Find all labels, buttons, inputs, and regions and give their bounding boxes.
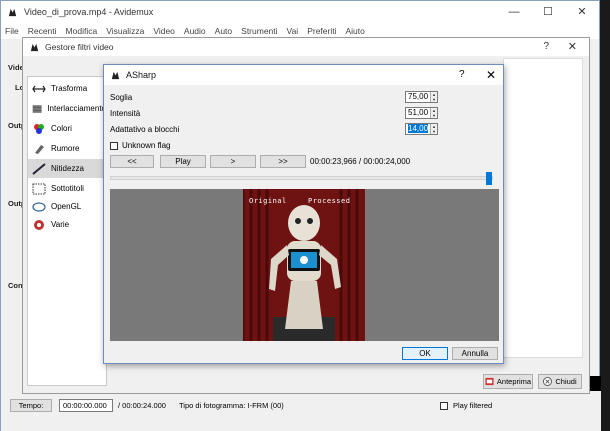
opengl-icon — [32, 201, 46, 212]
category-interlace[interactable]: Interlacciamento — [28, 99, 106, 118]
rewind-button[interactable]: << — [110, 155, 154, 168]
help-icon[interactable]: ? — [543, 41, 549, 52]
noise-icon — [35, 144, 44, 154]
time-display: 00:00:23,966 / 00:00:24,000 — [310, 157, 411, 166]
filter-manager-titlebar: Gestore filtri video — [23, 38, 589, 56]
category-sharpness[interactable]: Nitidezza — [28, 159, 106, 178]
category-transform[interactable]: Trasforma — [28, 79, 106, 98]
interlace-icon — [32, 104, 42, 113]
main-window-title: Video_di_prova.mp4 - Avidemux — [24, 7, 154, 17]
filter-category-list: Trasforma Interlacciamento Colori Rumore… — [27, 76, 107, 386]
close-button-label: Chiudi — [555, 377, 577, 386]
cancel-button[interactable]: Annulla — [452, 347, 498, 360]
spin-arrows-icon[interactable]: ▲ ▼ — [430, 92, 437, 102]
menu-auto[interactable]: Auto — [215, 26, 233, 36]
threshold-label: Soglia — [110, 93, 133, 102]
spin-arrows-icon[interactable]: ▲ ▼ — [430, 108, 437, 118]
checkbox-icon[interactable] — [110, 141, 118, 150]
category-label: Varie — [51, 220, 70, 229]
colors-icon — [34, 123, 44, 134]
threshold-value: 75,00 — [408, 92, 429, 101]
sharpness-icon — [32, 162, 46, 175]
container-label: Con — [8, 281, 23, 290]
close-icon[interactable]: ✕ — [565, 1, 599, 23]
intensity-spinbox[interactable]: 51,00 ▲ ▼ — [405, 107, 438, 119]
category-label: OpenGL — [51, 202, 82, 211]
category-subtitles[interactable]: Sottotitoli — [28, 179, 106, 198]
menu-audio[interactable]: Audio — [184, 26, 206, 36]
status-bar: Tempo: 00:00:00.000 / 00:00:24.000 Tipo … — [1, 391, 601, 431]
play-button[interactable]: Play — [160, 155, 206, 168]
ok-button[interactable]: OK — [402, 347, 448, 360]
active-filters-panel — [503, 58, 583, 358]
category-label: Sottotitoli — [51, 184, 84, 193]
processed-label: Processed — [308, 197, 351, 205]
avidemux-logo-icon — [111, 71, 120, 79]
misc-icon — [34, 219, 44, 230]
spin-arrows-icon[interactable]: ▲ ▼ — [430, 124, 437, 134]
intensity-value: 51,00 — [408, 108, 429, 117]
close-button[interactable]: Chiudi — [538, 374, 582, 389]
duration-label: / 00:00:24.000 — [118, 401, 166, 410]
avidemux-logo-icon — [8, 8, 17, 16]
minimize-icon[interactable]: — — [497, 1, 531, 23]
current-time-field[interactable]: 00:00:00.000 — [59, 399, 113, 412]
maximize-icon[interactable]: ☐ — [531, 1, 565, 23]
fast-forward-button[interactable]: >> — [260, 155, 306, 168]
tempo-button[interactable]: Tempo: — [10, 399, 52, 412]
main-left-panel: Vide Lo Outp Outp Con — [1, 41, 26, 381]
menu-favorites[interactable]: Preferiti — [307, 26, 336, 36]
original-label: Original — [249, 197, 287, 205]
category-label: Nitidezza — [51, 164, 84, 173]
play-filtered-checkbox[interactable]: Play filtered — [440, 401, 492, 410]
block-adaptive-label: Adattativo a blocchi — [110, 125, 180, 134]
unknown-flag-label: Unknown flag — [122, 141, 171, 150]
preview-icon — [485, 377, 494, 386]
filter-manager-title: Gestore filtri video — [45, 42, 114, 52]
block-adaptive-spinbox[interactable]: 14,00 ▲ ▼ — [405, 123, 438, 135]
menu-help[interactable]: Aiuto — [345, 26, 364, 36]
main-window-controls: — ☐ ✕ — [497, 1, 599, 23]
next-frame-button[interactable]: > — [210, 155, 256, 168]
menu-recent[interactable]: Recenti — [28, 26, 57, 36]
menu-go[interactable]: Vai — [287, 26, 299, 36]
avidemux-logo-icon — [30, 43, 39, 51]
block-adaptive-value: 14,00 — [408, 124, 429, 133]
close-icon[interactable]: ✕ — [568, 40, 577, 53]
menu-tools[interactable]: Strumenti — [241, 26, 277, 36]
category-label: Colori — [51, 124, 72, 133]
close-icon[interactable]: ✕ — [486, 68, 496, 82]
asharp-title: ASharp — [126, 70, 157, 80]
asharp-titlebar: ASharp — [104, 65, 503, 85]
seek-slider-handle[interactable] — [486, 172, 493, 185]
menu-view[interactable]: Visualizza — [106, 26, 144, 36]
menu-edit[interactable]: Modifica — [66, 26, 98, 36]
menu-video[interactable]: Video — [153, 26, 175, 36]
category-noise[interactable]: Rumore — [28, 139, 106, 158]
asharp-dialog: ASharp ? ✕ Soglia 75,00 ▲ ▼ Intensità 51,… — [103, 64, 504, 364]
threshold-spinbox[interactable]: 75,00 ▲ ▼ — [405, 91, 438, 103]
robot-preview-image — [243, 189, 365, 341]
preview-button[interactable]: Anteprima — [483, 374, 533, 389]
category-label: Rumore — [51, 144, 80, 153]
category-misc[interactable]: Varie — [28, 215, 106, 234]
help-icon[interactable]: ? — [459, 69, 465, 80]
frame-type-label: Tipo di fotogramma: I-FRM (00) — [179, 401, 284, 410]
category-label: Trasforma — [51, 84, 88, 93]
intensity-label: Intensità — [110, 109, 141, 118]
category-label: Interlacciamento — [47, 104, 106, 113]
unknown-flag-checkbox[interactable]: Unknown flag — [110, 141, 170, 150]
category-colors[interactable]: Colori — [28, 119, 106, 138]
preview-area: Original Processed — [110, 189, 499, 341]
category-opengl[interactable]: OpenGL — [28, 197, 106, 216]
transform-icon — [32, 85, 46, 92]
close-circle-icon — [543, 377, 553, 386]
play-filtered-label: Play filtered — [453, 401, 493, 410]
preview-button-label: Anteprima — [496, 377, 532, 386]
subtitles-icon — [32, 183, 46, 194]
menu-file[interactable]: File — [5, 26, 19, 36]
seek-slider-track[interactable] — [110, 176, 493, 180]
checkbox-icon[interactable] — [440, 401, 448, 410]
